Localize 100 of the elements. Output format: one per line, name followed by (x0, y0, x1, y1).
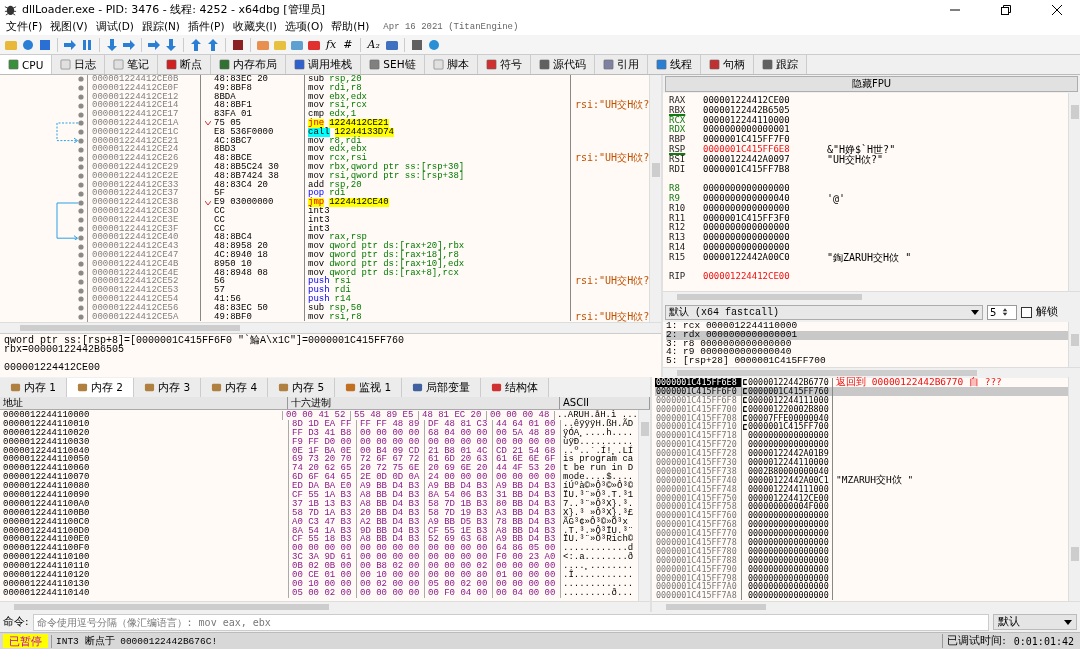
tab[interactable]: CPU (0, 55, 53, 74)
tab[interactable]: 脚本 (424, 55, 478, 74)
register-value[interactable]: 0000000000000000 (703, 233, 827, 243)
column-header[interactable]: ASCII (560, 397, 650, 409)
vertical-scrollbar[interactable] (1068, 93, 1080, 291)
breakpoint-dot-icon[interactable] (78, 278, 84, 285)
breakpoint-dot-icon[interactable] (78, 208, 84, 215)
register-value[interactable]: 0000001C415FF3F0 (703, 213, 827, 224)
register-value[interactable]: 0000001C415FF7B8 (703, 164, 827, 175)
tab[interactable]: 句柄 (700, 55, 754, 74)
breakpoint-dot-icon[interactable] (78, 217, 84, 224)
breakpoint-dot-icon[interactable] (78, 137, 84, 144)
call-convention-dropdown[interactable]: 默认 (x64 fastcall) (665, 304, 983, 320)
tab[interactable]: 调用堆栈 (286, 55, 362, 74)
argument-row[interactable]: 2: rdx 0000000000000001 (666, 330, 1068, 340)
breakpoint-dot-icon[interactable] (78, 111, 84, 118)
breakpoint-dot-icon[interactable] (78, 261, 84, 268)
tab[interactable]: 日志 (52, 55, 106, 74)
breakpoint-dot-icon[interactable] (78, 252, 84, 259)
memory-tab[interactable]: 内存 1 (0, 378, 68, 397)
breakpoint-dot-icon[interactable] (78, 313, 84, 320)
hide-fpu-button[interactable]: 隐藏FPU (665, 76, 1078, 92)
horizontal-scrollbar[interactable] (0, 601, 650, 612)
breakpoint-dot-icon[interactable] (78, 94, 84, 100)
breakpoint-dot-icon[interactable] (78, 181, 84, 188)
menu-item[interactable]: 调试(D) (95, 20, 134, 34)
breakpoint-dot-icon[interactable] (78, 76, 84, 83)
register-value[interactable]: 0000000000000000 (703, 242, 827, 253)
memory-tab[interactable]: 内存 4 (201, 378, 269, 397)
breakpoint-dot-icon[interactable] (78, 199, 84, 206)
menu-item[interactable]: 文件(F) (6, 20, 43, 34)
breakpoint-dot-icon[interactable] (78, 305, 84, 312)
breakpoint-dot-icon[interactable] (78, 269, 84, 276)
breakpoint-dot-icon[interactable] (78, 146, 84, 153)
toolbar-button[interactable]: fx (324, 38, 339, 51)
memory-tab[interactable]: 内存 2 (67, 378, 135, 397)
register-value[interactable]: 0000001C415FF7F0 (703, 135, 827, 145)
register-value[interactable]: 00000122442A00C0 (703, 252, 827, 263)
register-value[interactable]: 00000122442B6505 (703, 105, 827, 116)
register-value[interactable]: 0000000000000001 (703, 125, 827, 136)
tab[interactable]: 跟踪 (753, 55, 807, 74)
pause-icon[interactable] (80, 37, 94, 52)
menu-item[interactable]: 收藏夹(I) (232, 20, 277, 34)
vertical-scrollbar[interactable] (638, 410, 650, 601)
run-icon[interactable] (63, 37, 77, 52)
vertical-scrollbar[interactable] (1068, 322, 1080, 367)
tab[interactable]: 笔记 (105, 55, 159, 74)
tab[interactable]: 源代码 (530, 55, 595, 74)
breakpoint-dot-icon[interactable] (78, 190, 84, 197)
register-value[interactable]: 000001224412CE00 (703, 96, 827, 106)
close-icon[interactable] (1052, 4, 1062, 15)
breakpoint-dot-icon[interactable] (78, 120, 84, 127)
menu-item[interactable]: 视图(V) (50, 20, 88, 34)
memory-tab[interactable]: 内存 3 (134, 378, 202, 397)
tab[interactable]: 线程 (647, 55, 701, 74)
breakpoint-dot-icon[interactable] (78, 102, 84, 109)
horizontal-scrollbar[interactable] (652, 601, 1080, 612)
register-value[interactable]: 0000000000000000 (703, 203, 827, 214)
tab[interactable]: 内存布局 (211, 55, 287, 74)
breakpoint-dot-icon[interactable] (78, 225, 84, 232)
breakpoint-dot-icon[interactable] (78, 129, 84, 136)
unlock-checkbox[interactable] (1021, 306, 1032, 318)
breakpoint-dot-icon[interactable] (78, 296, 84, 303)
tab[interactable]: SEH链 (361, 55, 425, 74)
register-value[interactable]: 0000000000000000 (703, 184, 827, 194)
menu-item[interactable]: 跟踪(N) (141, 20, 180, 34)
toolbar-button[interactable]: A₂ (365, 38, 382, 51)
menu-item[interactable]: 插件(P) (187, 20, 225, 34)
tab[interactable]: 符号 (477, 55, 531, 74)
register-value[interactable]: 0000001C415FF6E8 (703, 145, 827, 155)
command-input[interactable]: 命令使用逗号分隔（像汇编语言）: mov eax, ebx (32, 613, 989, 631)
register-value[interactable]: 0000000000000000 (703, 223, 827, 234)
memory-tab[interactable]: 监视 1 (335, 378, 403, 397)
vertical-scrollbar[interactable] (649, 75, 661, 322)
tab[interactable]: 断点 (158, 55, 212, 74)
memory-tab[interactable]: 局部变量 (402, 378, 482, 397)
argument-row[interactable]: 1: rcx 0000012244110000 (666, 322, 1068, 331)
argument-row[interactable]: 3: r8 0000000000000000 (666, 339, 1068, 349)
breakpoint-dot-icon[interactable] (78, 173, 84, 180)
breakpoint-dot-icon[interactable] (78, 155, 84, 162)
register-value[interactable]: 0000012244110000 (703, 115, 827, 126)
vertical-scrollbar[interactable] (1068, 377, 1080, 601)
register-value[interactable]: 0000000000000040 (703, 193, 827, 204)
toolbar-button[interactable]: # (341, 38, 355, 51)
stop-icon[interactable] (38, 37, 52, 52)
horizontal-scrollbar[interactable] (663, 291, 1080, 302)
argument-count-spinbox[interactable]: 5 (987, 304, 1017, 320)
restore-icon[interactable] (1001, 4, 1011, 15)
column-header[interactable]: 地址 (0, 397, 288, 409)
menu-item[interactable]: 选项(O) (284, 20, 324, 34)
column-header[interactable]: 十六进制 (288, 397, 560, 409)
register-value[interactable]: 000001224412CE00 (703, 272, 827, 283)
tab[interactable]: 引用 (594, 55, 648, 74)
menu-item[interactable]: 帮助(H) (331, 20, 370, 34)
register-value[interactable]: 00000122442A0097 (703, 154, 827, 165)
breakpoint-dot-icon[interactable] (78, 85, 84, 92)
argument-row[interactable]: 5: [rsp+28] 0000001C415FF700 (666, 357, 1068, 366)
breakpoint-dot-icon[interactable] (78, 243, 84, 250)
memory-tab[interactable]: 内存 5 (268, 378, 336, 397)
breakpoint-dot-icon[interactable] (78, 287, 84, 294)
